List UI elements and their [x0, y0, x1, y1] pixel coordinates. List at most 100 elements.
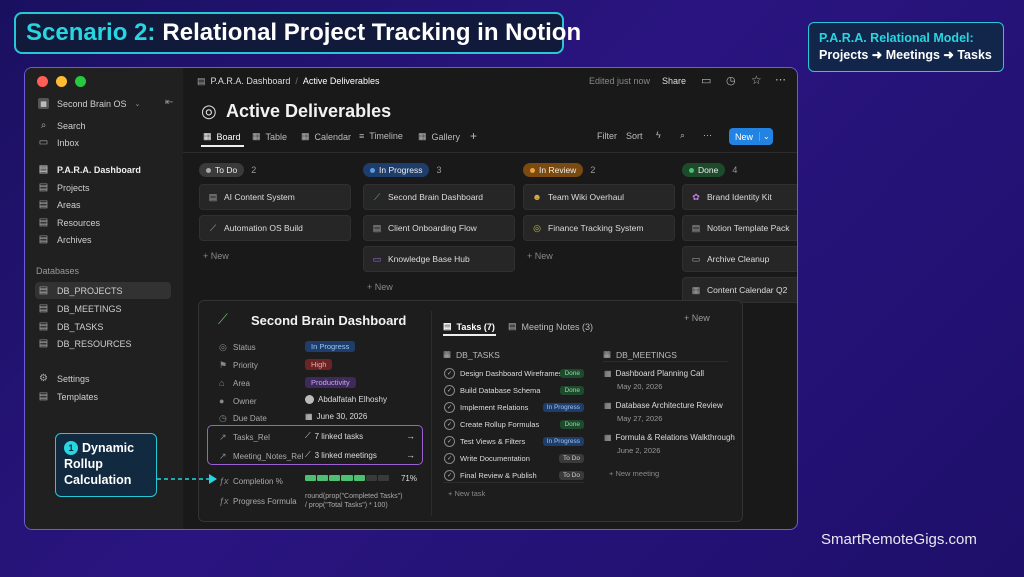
user-icon: ● — [219, 396, 225, 406]
sidebar-item-search[interactable]: ⌕ Search — [38, 120, 86, 131]
collapse-sidebar-icon[interactable]: ⇤ — [165, 97, 173, 108]
add-card-button[interactable]: + New — [203, 251, 229, 261]
property-status-value[interactable]: In Progress — [305, 341, 356, 352]
progress-segment — [341, 475, 353, 481]
sidebar-item-inbox[interactable]: ▭ Inbox — [38, 137, 79, 148]
db-tasks-header: ▦ DB_TASKS — [443, 349, 500, 360]
divider — [603, 361, 728, 362]
sidebar-item-db-projects[interactable]: ▤ DB_PROJECTS — [35, 282, 171, 299]
progress-segment — [377, 475, 389, 481]
panel-new-button[interactable]: + New — [684, 313, 710, 323]
tab-calendar[interactable]: ▦ Calendar — [301, 131, 351, 142]
meeting-item[interactable]: ▦ Formula & Relations Walkthrough June 2, … — [604, 433, 735, 455]
add-card-button[interactable]: + New — [527, 251, 553, 261]
filter-button[interactable]: Filter — [597, 131, 617, 141]
tab-active-indicator — [443, 334, 496, 336]
automation-icon[interactable]: ϟ — [656, 130, 661, 140]
property-owner: ● Owner — [219, 396, 257, 406]
sidebar-item-settings[interactable]: ⚙ Settings — [38, 373, 90, 384]
chevron-down-icon: ⌄ — [759, 132, 770, 141]
more-icon[interactable]: ⋯ — [775, 73, 786, 86]
page-title: Active Deliverables — [226, 101, 392, 121]
sidebar-item-archives[interactable]: ▤ Archives — [38, 234, 92, 245]
property-meeting-rel-value[interactable]: ⟋ 3 linked meetings → — [305, 450, 415, 460]
property-priority-value[interactable]: High — [305, 359, 333, 370]
clock-icon[interactable]: ◷ — [726, 74, 736, 87]
board-card[interactable]: ▭ Knowledge Base Hub — [363, 246, 515, 272]
tab-table[interactable]: ▦ Table — [252, 131, 287, 142]
task-row[interactable]: ✓ Build Database Schema Done — [444, 385, 584, 396]
column-header-todo: To Do 2 — [199, 163, 256, 177]
board-card[interactable]: ✿ Brand Identity Kit — [682, 184, 797, 210]
tab-meeting-notes[interactable]: ▤ Meeting Notes (3) — [508, 321, 593, 332]
breadcrumb-item-para[interactable]: P.A.R.A. Dashboard — [211, 76, 291, 87]
task-row[interactable]: ✓ Write Documentation To Do — [444, 453, 584, 464]
comment-icon[interactable]: ▭ — [701, 74, 711, 87]
board-card[interactable]: ▤ AI Content System — [199, 184, 351, 210]
tab-gallery[interactable]: ▦ Gallery — [418, 131, 460, 142]
sidebar-item-db-tasks[interactable]: ▤ DB_TASKS — [38, 321, 104, 332]
sidebar-item-projects[interactable]: ▤ Projects — [38, 182, 90, 193]
task-row[interactable]: ✓ Design Dashboard Wireframes Done — [444, 368, 584, 379]
minimize-window-button[interactable] — [56, 76, 67, 87]
status-dot — [206, 167, 211, 173]
board-card[interactable]: ◎ Finance Tracking System — [523, 215, 675, 241]
book-icon: ▭ — [372, 253, 382, 264]
close-window-button[interactable] — [37, 76, 48, 87]
task-row[interactable]: ✓ Implement Relations In Progress — [444, 402, 584, 413]
chevron-down-icon: ⌄ — [134, 100, 141, 108]
add-view-button[interactable]: + — [470, 129, 477, 143]
tab-tasks[interactable]: ▤ Tasks (7) — [443, 321, 495, 332]
maximize-window-button[interactable] — [75, 76, 86, 87]
page-icon: ▤ — [208, 191, 218, 202]
task-row[interactable]: ✓ Test Views & Filters In Progress — [444, 436, 584, 447]
sidebar-item-db-resources[interactable]: ▤ DB_RESOURCES — [38, 338, 132, 349]
board-card[interactable]: ⟋ Second Brain Dashboard — [363, 184, 515, 210]
db-meetings-header: ▦ DB_MEETINGS — [603, 349, 677, 360]
share-button[interactable]: Share — [662, 76, 686, 86]
new-button[interactable]: New ⌄ — [729, 128, 773, 145]
board-card[interactable]: ▤ Client Onboarding Flow — [363, 215, 515, 241]
sort-button[interactable]: Sort — [626, 131, 643, 141]
sidebar-item-resources[interactable]: ▤ Resources — [38, 217, 100, 228]
arrow-right-icon: → — [406, 450, 415, 460]
board-card[interactable]: ▭ Archive Cleanup — [682, 246, 797, 272]
sidebar-item-db-meetings[interactable]: ▤ DB_MEETINGS — [38, 303, 122, 314]
finance-icon: ◎ — [533, 222, 541, 233]
star-icon[interactable]: ☆ — [751, 73, 762, 87]
sidebar-item-templates[interactable]: ▤ Templates — [38, 391, 98, 402]
divider — [431, 311, 432, 516]
add-card-button[interactable]: + New — [367, 282, 393, 292]
board-card[interactable]: ☻ Team Wiki Overhaul — [523, 184, 675, 210]
database-icon: ▤ — [38, 338, 49, 349]
page-icon: ▤ — [691, 222, 701, 233]
tab-timeline[interactable]: ≡ Timeline — [359, 131, 403, 141]
search-icon[interactable]: ⌕ — [680, 130, 685, 141]
property-tasks-rel-value[interactable]: ⟋ 7 linked tasks → — [305, 431, 415, 441]
palette-icon: ✿ — [692, 191, 700, 202]
task-row[interactable]: ✓ Create Rollup Formulas Done — [444, 419, 584, 430]
status-badge: In Review — [523, 163, 584, 177]
new-task-button[interactable]: + New task — [448, 489, 485, 498]
meeting-item[interactable]: ▦ Database Architecture Review May 27, 202… — [604, 401, 723, 423]
database-icon: ▦ — [603, 349, 612, 359]
new-meeting-button[interactable]: + New meeting — [609, 469, 659, 478]
meeting-item[interactable]: ▦ Dashboard Planning Call May 20, 2026 — [604, 369, 704, 391]
page-icon: ▤ — [38, 217, 49, 228]
sidebar-item-areas[interactable]: ▤ Areas — [38, 199, 81, 210]
property-area-value[interactable]: Productivity — [305, 377, 356, 388]
breadcrumb-separator: / — [295, 76, 298, 86]
sidebar-item-para-dashboard[interactable]: ▤ P.A.R.A. Dashboard — [38, 164, 141, 175]
more-icon[interactable]: ⋯ — [703, 130, 712, 141]
status-badge: Done — [560, 369, 584, 378]
task-row[interactable]: ✓ Final Review & Publish To Do — [444, 470, 584, 481]
tab-board[interactable]: ▦ Board — [203, 131, 241, 142]
workspace-switcher[interactable]: ▦ Second Brain OS ⌄ — [38, 98, 140, 109]
property-due-date-value[interactable]: ▦ June 30, 2026 — [305, 412, 367, 421]
breadcrumb: ▤ P.A.R.A. Dashboard / Active Deliverabl… — [197, 76, 379, 87]
progress-segment — [317, 475, 329, 481]
board-card[interactable]: ▤ Notion Template Pack — [682, 215, 797, 241]
breadcrumb-item-active[interactable]: Active Deliverables — [303, 76, 380, 87]
property-owner-value[interactable]: Abdalfatah Elhoshy — [305, 395, 387, 404]
board-card[interactable]: ⟋ Automation OS Build — [199, 215, 351, 241]
